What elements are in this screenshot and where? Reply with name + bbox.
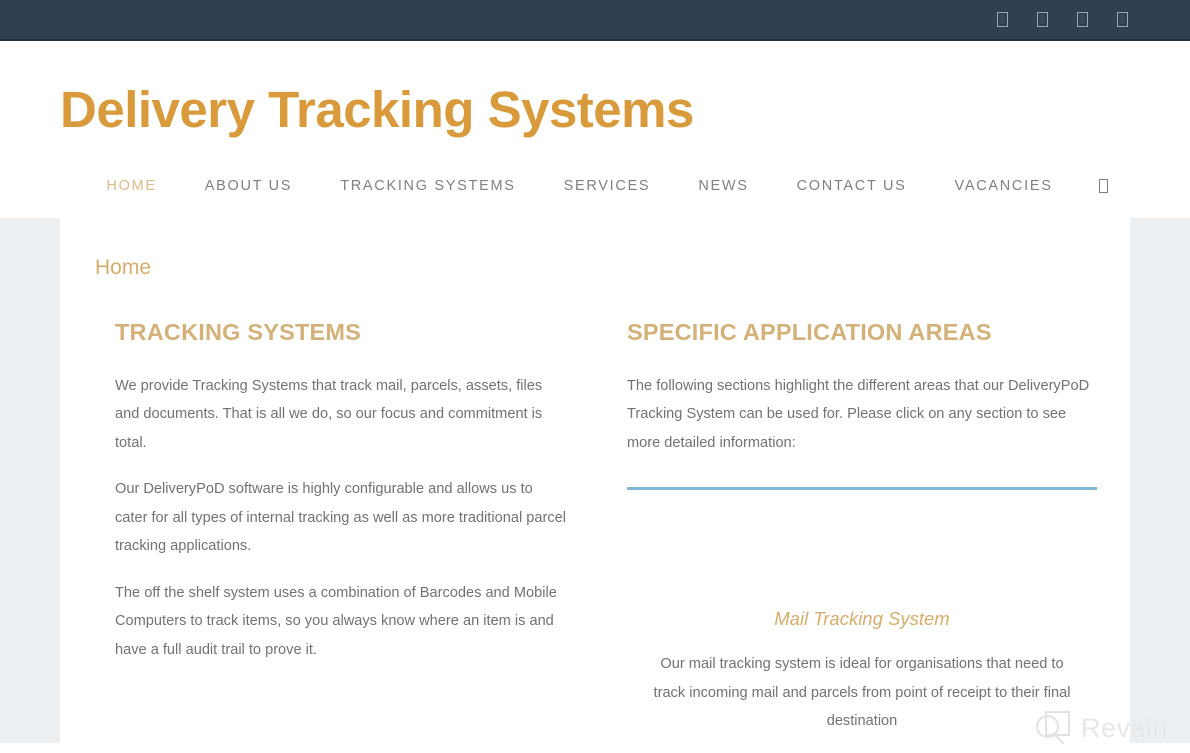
- social-links: [997, 12, 1128, 27]
- left-column: TRACKING SYSTEMS We provide Tracking Sys…: [93, 318, 595, 736]
- mail-tracking-system-body: Our mail tracking system is ideal for or…: [653, 656, 1071, 730]
- breadcrumb[interactable]: Home: [93, 218, 1097, 280]
- facebook-icon[interactable]: [997, 12, 1008, 27]
- left-paragraph-1: We provide Tracking Systems that track m…: [115, 377, 543, 451]
- nav-item-tracking-systems[interactable]: TRACKING SYSTEMS: [316, 178, 539, 194]
- right-column-heading: SPECIFIC APPLICATION AREAS: [627, 318, 992, 345]
- left-paragraph-2: Our DeliveryPoD software is highly confi…: [115, 481, 566, 555]
- top-utility-bar: [0, 0, 1190, 41]
- right-column-intro: The following sections highlight the dif…: [627, 377, 1090, 451]
- mail-tracking-section: Mail Tracking System Our mail tracking s…: [627, 608, 1097, 736]
- nav-item-home[interactable]: HOME: [82, 178, 180, 194]
- right-column: SPECIFIC APPLICATION AREAS The following…: [595, 318, 1097, 736]
- linkedin-icon[interactable]: [1077, 12, 1088, 27]
- search-icon: [1098, 178, 1108, 193]
- page-body: Home TRACKING SYSTEMS We provide Trackin…: [0, 217, 1190, 743]
- nav-item-about-us[interactable]: ABOUT US: [181, 178, 316, 194]
- two-column-layout: TRACKING SYSTEMS We provide Tracking Sys…: [93, 318, 1097, 736]
- mail-tracking-system-link[interactable]: Mail Tracking System: [627, 608, 1097, 630]
- nav-item-contact-us[interactable]: CONTACT US: [773, 178, 931, 194]
- nav-item-vacancies[interactable]: VACANCIES: [931, 178, 1077, 194]
- nav-item-news[interactable]: NEWS: [674, 178, 772, 194]
- left-column-heading: TRACKING SYSTEMS: [115, 318, 362, 345]
- youtube-icon[interactable]: [1117, 12, 1128, 27]
- search-button[interactable]: [1077, 178, 1108, 193]
- right-gutter: [1130, 217, 1190, 743]
- left-paragraph-3: The off the shelf system uses a combinat…: [115, 584, 557, 658]
- section-divider: [627, 487, 1097, 491]
- site-header: Delivery Tracking Systems: [0, 41, 1190, 140]
- site-title: Delivery Tracking Systems: [60, 81, 694, 138]
- twitter-icon[interactable]: [1037, 12, 1048, 27]
- content-container: Home TRACKING SYSTEMS We provide Trackin…: [60, 217, 1130, 743]
- nav-item-services[interactable]: SERVICES: [540, 178, 675, 194]
- main-navigation: HOME ABOUT US TRACKING SYSTEMS SERVICES …: [0, 139, 1190, 218]
- left-gutter: [0, 217, 60, 743]
